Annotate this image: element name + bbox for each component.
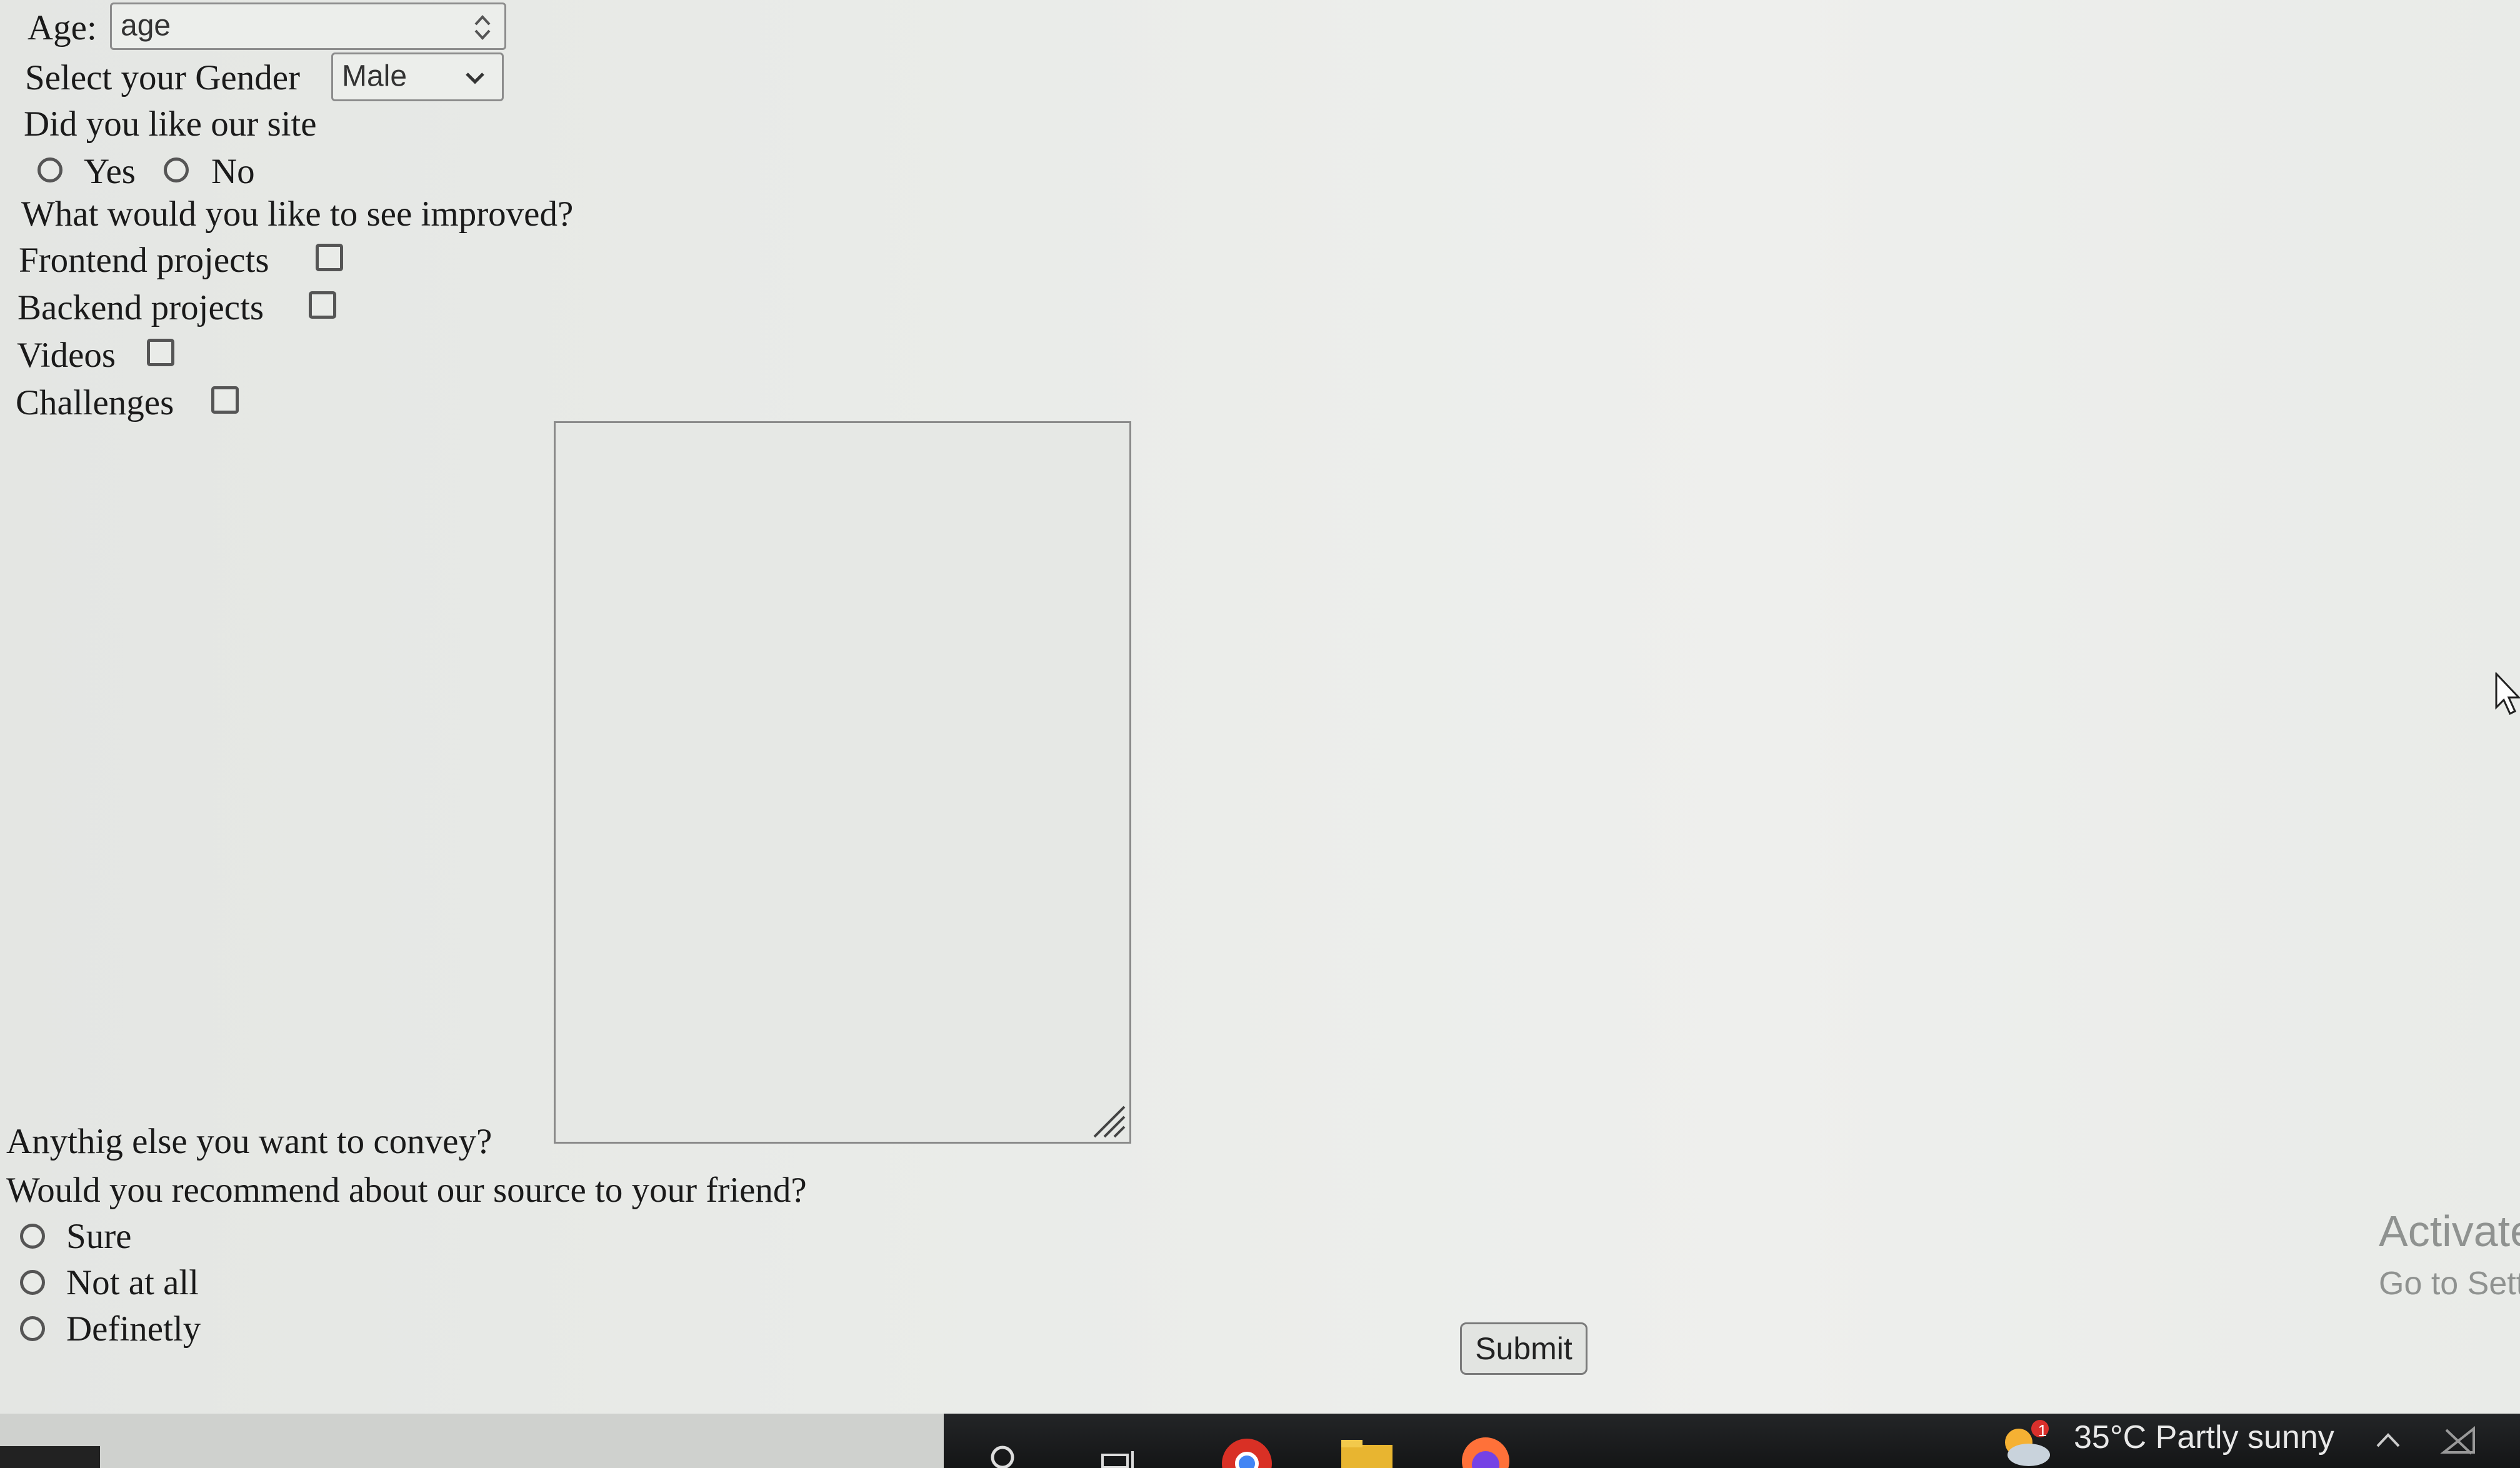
videos-label: Videos — [17, 336, 116, 375]
task-view-icon[interactable] — [1100, 1432, 1140, 1468]
taskbar-desk-area — [0, 1414, 944, 1468]
network-icon[interactable] — [2440, 1425, 2478, 1456]
mouse-cursor-icon — [2495, 672, 2520, 716]
age-placeholder: age — [121, 9, 171, 42]
taskbar-left-edge — [0, 1446, 100, 1468]
notification-badge: 1 — [2038, 1421, 2048, 1440]
recommend-not-at-all-radio[interactable] — [20, 1270, 45, 1295]
activation-watermark-subtitle: Go to Sett — [2379, 1266, 2520, 1302]
age-label: Age: — [28, 8, 97, 47]
recommend-definetly-radio[interactable] — [20, 1316, 45, 1341]
screen: Age: age Select your Gender Male Did you… — [0, 0, 2520, 1468]
like-question: Did you like our site — [24, 104, 317, 144]
resize-handle-icon[interactable] — [1089, 1102, 1127, 1139]
recommend-definetly-label: Definetly — [66, 1309, 201, 1349]
activation-watermark-title: Activate — [2379, 1207, 2520, 1256]
recommend-sure-radio[interactable] — [20, 1224, 45, 1249]
firefox-icon[interactable] — [1456, 1432, 1515, 1468]
backend-checkbox[interactable] — [309, 291, 336, 319]
weather-status-text[interactable]: 35°C Partly sunny — [2074, 1419, 2334, 1456]
backend-label: Backend projects — [18, 288, 264, 327]
like-no-radio[interactable] — [164, 157, 189, 182]
recommend-sure-label: Sure — [66, 1217, 132, 1256]
age-input[interactable]: age — [110, 2, 506, 50]
spinner-arrows-icon[interactable] — [472, 11, 493, 44]
gender-select[interactable]: Male — [331, 52, 504, 101]
frontend-label: Frontend projects — [19, 241, 269, 280]
recommend-question: Would you recommend about our source to … — [6, 1171, 807, 1210]
search-icon[interactable] — [985, 1432, 1022, 1468]
feedback-textarea[interactable] — [554, 421, 1131, 1144]
convey-label: Anythig else you want to convey? — [6, 1122, 492, 1161]
like-yes-label: Yes — [84, 152, 136, 191]
like-yes-radio[interactable] — [38, 157, 62, 182]
chevron-up-icon[interactable] — [2374, 1427, 2402, 1452]
chrome-icon[interactable] — [1219, 1432, 1275, 1468]
gender-selected-value: Male — [342, 59, 408, 93]
videos-checkbox[interactable] — [147, 339, 174, 366]
challenges-label: Challenges — [16, 383, 174, 422]
gender-label: Select your Gender — [25, 58, 300, 97]
recommend-not-at-all-label: Not at all — [66, 1263, 199, 1302]
file-explorer-icon[interactable] — [1338, 1432, 1396, 1468]
chevron-down-icon — [466, 72, 484, 84]
challenges-checkbox[interactable] — [211, 386, 239, 414]
like-no-label: No — [211, 152, 255, 191]
frontend-checkbox[interactable] — [316, 244, 343, 271]
improve-question: What would you like to see improved? — [21, 194, 574, 234]
submit-button[interactable]: Submit — [1460, 1322, 1588, 1375]
